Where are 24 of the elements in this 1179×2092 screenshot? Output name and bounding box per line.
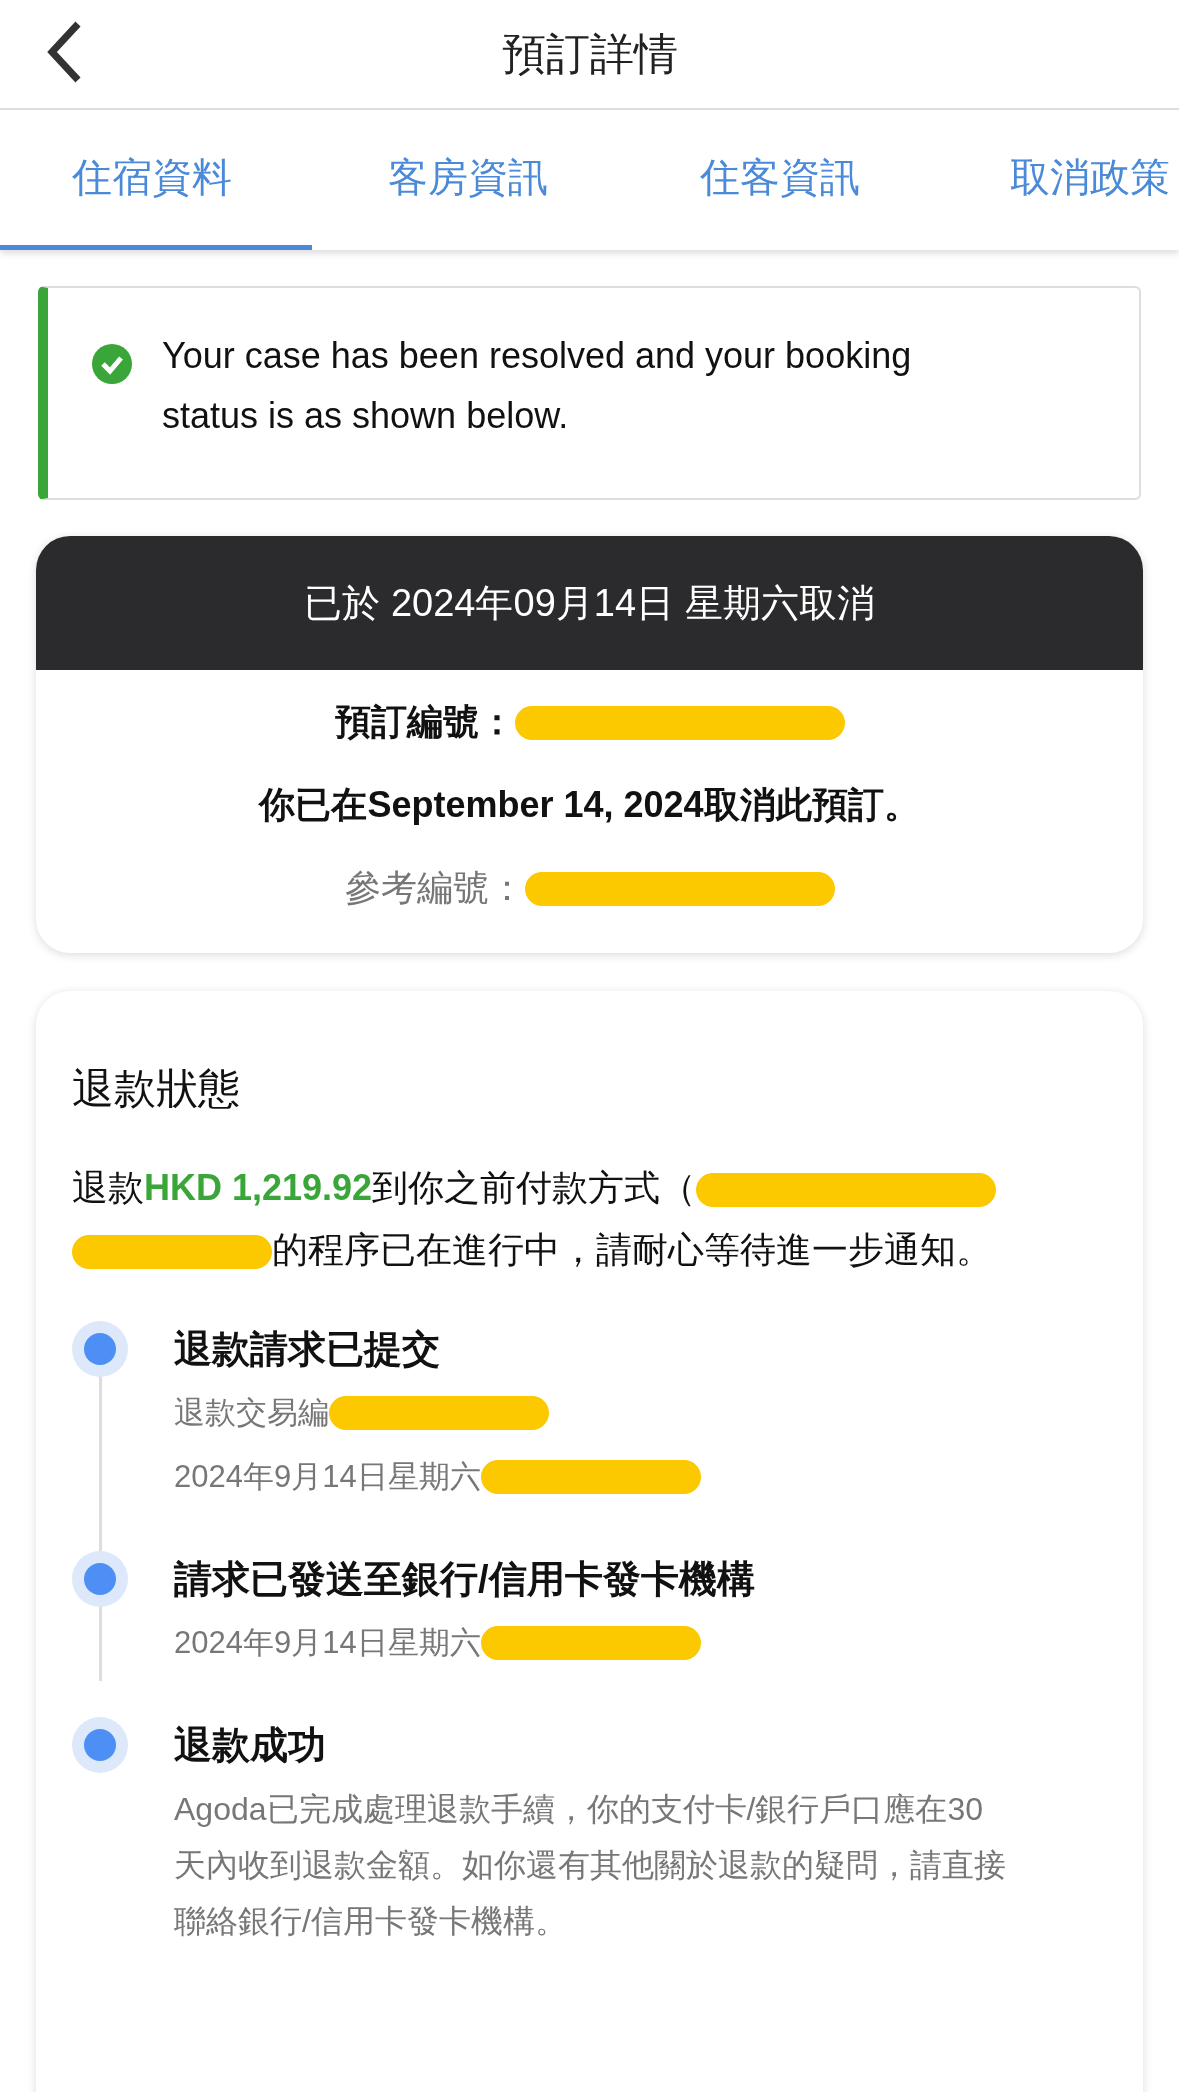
refund-title: 退款狀態: [72, 1064, 241, 1114]
timeline-dot: [72, 1717, 128, 1773]
refund-text: 的程序已在進行中，請耐心等待進一步通知。: [272, 1229, 992, 1270]
step-detail: 退款交易編: [174, 1394, 329, 1432]
step-title: 請求已發送至銀行/信用卡發卡機構: [174, 1557, 755, 1602]
refund-text: 退款HKD 1,219.92到你之前付款方式（: [72, 1167, 697, 1208]
tab[interactable]: 住宿資料: [0, 110, 312, 250]
step-detail: Agoda已完成處理退款手續，你的支付卡/銀行戶口應在30天內收到退款金額。如你還有其他關於退款的疑問，請直接聯絡銀行/信用卡發卡機構。: [174, 1791, 1006, 1939]
step-title: 退款請求已提交: [174, 1327, 441, 1372]
step-detail: 2024年9月14日星期六: [174, 1458, 481, 1496]
cancel-message: 你已在September 14, 2024取消此預訂。: [259, 783, 920, 827]
reference-label: 參考編號：: [344, 866, 525, 910]
tab[interactable]: 客房資訊: [312, 110, 624, 250]
tab[interactable]: 取消政策: [936, 110, 1179, 250]
page-title: 預訂詳情: [501, 27, 678, 80]
step-title: 退款成功: [174, 1723, 327, 1768]
step-detail: 2024年9月14日星期六: [174, 1624, 481, 1662]
timeline-dot: [72, 1321, 128, 1377]
notice-text: Your case has been resolved and your booking status is as shown below.: [162, 334, 913, 438]
booking-id-label: 預訂編號：: [334, 700, 515, 744]
tab[interactable]: 住客資訊: [624, 110, 936, 250]
timeline-dot: [72, 1551, 128, 1607]
check-icon: [92, 344, 132, 384]
cancelled-banner: 已於 2024年09月14日 星期六取消: [36, 536, 1143, 670]
